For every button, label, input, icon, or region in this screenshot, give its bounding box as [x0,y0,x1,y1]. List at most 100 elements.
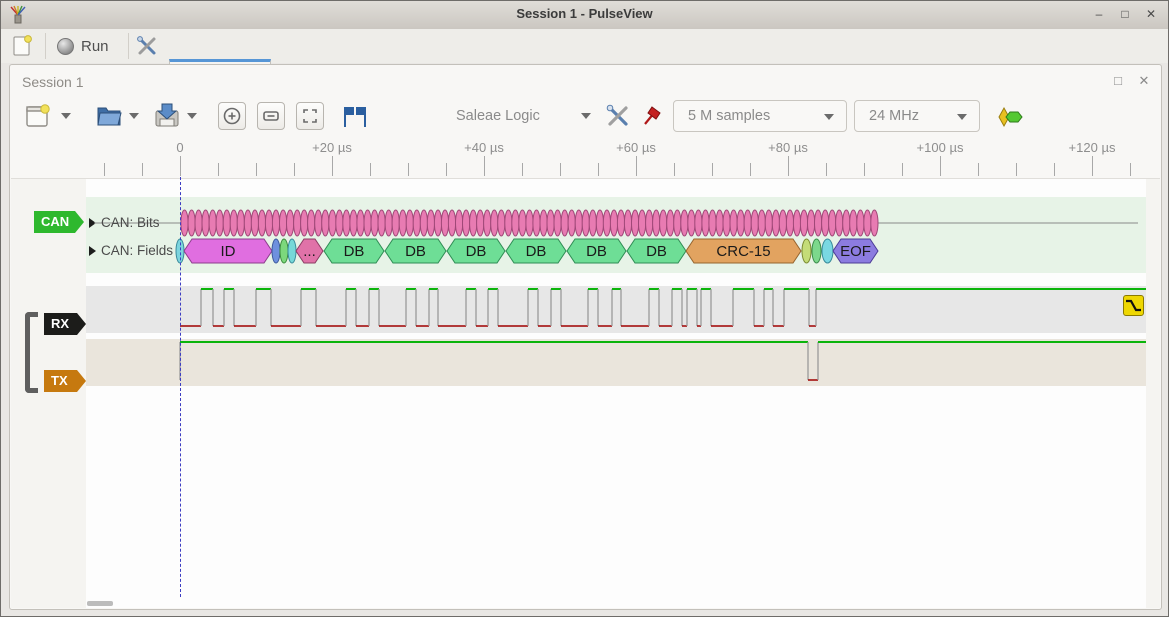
can-decoder-tag[interactable]: CAN [34,211,84,233]
add-decoder-icon[interactable] [997,106,1027,128]
save-file-icon[interactable] [153,101,181,129]
titlebar[interactable]: Session 1 - PulseView – □ ✕ [1,1,1168,30]
probe-icon[interactable] [640,103,666,129]
can-bit-annotation [836,210,843,236]
can-bit-annotation [378,210,385,236]
can-bit-annotation [533,210,540,236]
waveform-canvas [86,284,1146,391]
can-bit-annotation [280,210,287,236]
can-bit-annotation [751,210,758,236]
ruler-time-label: +80 µs [768,140,808,155]
ruler-tick [864,163,865,176]
ruler-tick [1130,163,1131,176]
session-close-button[interactable]: ✕ [1135,73,1153,89]
ruler-tick [104,163,105,176]
run-button[interactable]: Run [57,34,121,58]
device-config-icon[interactable] [605,103,631,129]
can-bit-annotation [653,210,660,236]
trigger-falling-edge-icon[interactable] [1123,295,1144,316]
channel-label-margin [11,179,86,608]
open-file-dropdown-arrow[interactable] [129,113,139,119]
can-field-annotation [272,239,280,263]
ruler-tick [750,163,751,176]
can-field-annotation [822,239,833,263]
open-file-icon[interactable] [95,101,123,129]
ruler-tick [256,163,257,176]
can-bit-annotation [287,210,294,236]
horizontal-scrollbar-handle[interactable] [87,601,113,606]
can-bit-annotation [315,210,322,236]
close-button[interactable]: ✕ [1141,5,1161,23]
can-bit-annotation [456,210,463,236]
can-bit-annotation [519,210,526,236]
session-maximize-button[interactable]: □ [1109,73,1127,89]
minus-icon [258,103,284,129]
settings-tools-icon[interactable] [136,35,158,57]
sample-rate-dropdown-arrow [957,114,967,120]
can-bit-annotation [815,210,822,236]
can-fields-row-label: CAN: Fields [101,243,173,258]
can-bit-annotation [843,210,850,236]
can-bit-annotation [744,210,751,236]
device-select[interactable]: Saleae Logic [456,100,596,132]
can-field-annotation [812,239,821,263]
can-bit-annotation [589,210,596,236]
can-bit-annotation [512,210,519,236]
can-bit-annotation [786,210,793,236]
can-bit-annotation [223,210,230,236]
can-bits-row-label: CAN: Bits [101,215,160,230]
markers-flags-icon[interactable] [341,104,371,130]
ruler-tick [712,163,713,176]
sample-rate-select[interactable]: 24 MHz [854,100,980,132]
zoom-fit-button[interactable] [296,102,324,130]
can-bit-annotation [540,210,547,236]
time-zero-cursor[interactable] [180,177,181,597]
zoom-out-button[interactable] [257,102,285,130]
can-bit-annotation [498,210,505,236]
new-session-icon[interactable] [13,35,33,57]
can-bit-annotation [202,210,209,236]
run-button-label: Run [81,38,109,55]
can-bit-annotation [554,210,561,236]
ruler-time-label: +20 µs [312,140,352,155]
device-dropdown-arrow[interactable] [581,113,591,119]
can-bit-annotation [723,210,730,236]
can-bit-annotation [357,210,364,236]
can-bit-annotation [610,210,617,236]
can-bit-annotation [822,210,829,236]
can-bit-annotation [871,210,878,236]
new-view-dropdown-arrow[interactable] [61,113,71,119]
save-file-dropdown-arrow[interactable] [187,113,197,119]
can-annotations-canvas: ID...DBDBDBDBDBDBCRC-15EOF [86,197,1146,273]
ruler-tick [788,156,789,176]
maximize-button[interactable]: □ [1115,5,1135,23]
ruler-time-label: +100 µs [917,140,964,155]
can-bit-annotation [329,210,336,236]
ruler-tick [1092,156,1093,176]
ruler-time-label: +40 µs [464,140,504,155]
sample-count-select[interactable]: 5 M samples [673,100,847,132]
can-bit-annotation [547,210,554,236]
zoom-in-button[interactable] [218,102,246,130]
minimize-button[interactable]: – [1089,5,1109,23]
can-bit-annotation [209,210,216,236]
can-bit-annotation [793,210,800,236]
ruler-tick [142,163,143,176]
can-bit-annotation [406,210,413,236]
falling-edge-glyph [1124,296,1143,315]
can-bit-annotation [709,210,716,236]
can-field-label: DB [405,243,426,260]
can-bit-annotation [857,210,864,236]
ruler-tick [1054,163,1055,176]
ruler-tick [370,163,371,176]
can-bit-annotation [491,210,498,236]
can-bit-annotation [371,210,378,236]
can-bit-annotation [322,210,329,236]
run-state-icon [57,38,74,55]
new-view-icon[interactable] [25,103,51,129]
can-field-label: DB [526,243,547,260]
can-bit-annotation [688,210,695,236]
can-field-annotation [288,239,296,263]
can-bit-annotation [716,210,723,236]
can-bit-annotation [765,210,772,236]
